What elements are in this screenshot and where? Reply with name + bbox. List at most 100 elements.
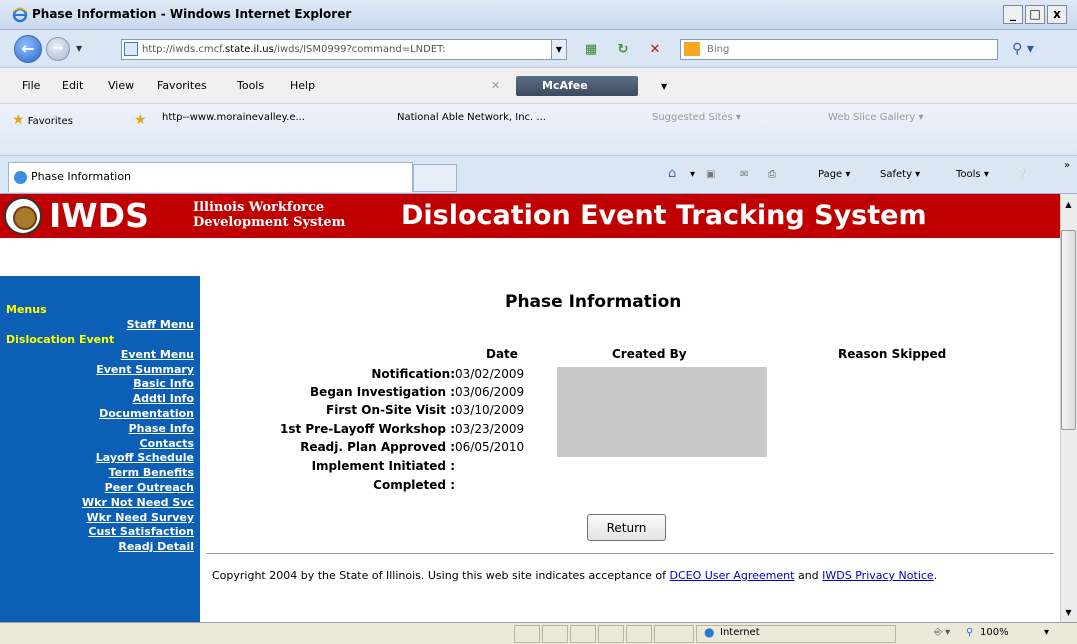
favorite-link-national-able[interactable]: National Able Network, Inc. ... [397,112,546,123]
sidebar: Menus Staff Menu Dislocation Event Event… [0,276,200,622]
mcafee-dropdown-icon[interactable]: ▼ [661,82,667,91]
state-seal-icon [4,197,42,235]
close-toolbar-icon[interactable]: ✕ [491,79,500,92]
web-slice-gallery-button[interactable]: Web Slice Gallery ▾ [828,112,924,123]
footer-divider [206,553,1054,554]
sidebar-item-term-benefits[interactable]: Term Benefits [109,467,194,479]
print-icon[interactable]: ⎙ [768,169,776,180]
sidebar-item-basic-info[interactable]: Basic Info [133,378,194,390]
globe-icon: ● [704,625,715,639]
stop-icon[interactable]: ✕ [646,41,664,59]
close-button[interactable]: x [1047,5,1067,24]
star-icon: ★ [12,112,25,128]
security-zone: Internet [720,627,760,638]
new-tab-button[interactable] [413,164,457,192]
help-icon[interactable]: ❔ [1016,169,1028,180]
sidebar-item-wkr-not-need-svc[interactable]: Wkr Not Need Svc [82,497,194,509]
status-cell [514,625,540,643]
page-menu[interactable]: Page ▾ [818,169,850,180]
privacy-notice-link[interactable]: IWDS Privacy Notice [822,569,934,582]
compatibility-view-icon[interactable]: ▦ [582,41,600,59]
add-favorite-icon[interactable]: ★ [134,112,147,128]
sidebar-item-wkr-need-survey[interactable]: Wkr Need Survey [86,512,194,524]
favorites-button[interactable]: ★ Favorites [12,112,73,128]
phase-label-pre-layoff-workshop: 1st Pre-Layoff Workshop : [279,422,455,436]
user-agreement-link[interactable]: DCEO User Agreement [670,569,795,582]
url-host: state.il.us [225,44,274,55]
chevron-more-icon[interactable]: » [1064,160,1070,171]
search-input[interactable]: Bing [680,39,998,60]
system-title: Dislocation Event Tracking System [401,200,927,231]
bing-icon [684,42,700,56]
ie-logo-icon [12,7,28,23]
phase-label-notification: Notification: [371,367,455,381]
sidebar-item-event-menu[interactable]: Event Menu [121,349,194,361]
copyright-text: Copyright 2004 by the State of Illinois.… [212,569,670,582]
phase-label-implement-initiated: Implement Initiated : [311,459,455,473]
status-cell [626,625,652,643]
status-bar: ● Internet ⎆ ▾ ⚲ 100% ▾ [0,622,1077,644]
scroll-up-icon[interactable]: ▲ [1062,198,1075,211]
address-input[interactable]: http://iwds.cmcf.state.il.us/iwds/ISM099… [121,39,553,60]
status-cell [598,625,624,643]
sidebar-item-phase-info[interactable]: Phase Info [129,423,194,435]
tab-label: Phase Information [31,170,132,183]
ie-page-icon [14,171,27,184]
menu-favorites[interactable]: Favorites [157,79,207,92]
suggested-sites-button[interactable]: Suggested Sites ▾ [652,112,741,123]
column-header-reason-skipped: Reason Skipped [838,347,947,361]
org-name: Illinois Workforce Development System [193,200,345,230]
protected-mode-icon[interactable]: ⎆ ▾ [934,627,950,638]
scrollbar-thumb[interactable] [1061,230,1076,430]
menu-view[interactable]: View [108,79,134,92]
search-button[interactable]: ⚲ ▾ [1004,39,1042,60]
address-dropdown-icon[interactable]: ▼ [551,39,567,60]
phase-date-first-onsite-visit: 03/10/2009 [455,403,525,417]
menu-help[interactable]: Help [290,79,315,92]
forward-button[interactable]: → [46,37,70,61]
status-cell [654,625,694,643]
zoom-dropdown-icon[interactable]: ▾ [1044,627,1049,638]
favorite-link-moraine[interactable]: http--www.morainevalley.e... [162,112,305,123]
home-icon[interactable]: ⌂ [668,166,676,181]
minimize-button[interactable]: _ [1003,5,1023,24]
feeds-icon[interactable]: ▣ [706,169,715,180]
menu-tools[interactable]: Tools [237,79,264,92]
url-suffix: /iwds/ISM0999?command=LNDET: [273,44,446,55]
back-button[interactable]: ← [14,35,42,63]
favorites-label: Favorites [27,116,73,127]
window-title: Phase Information - Windows Internet Exp… [32,7,352,21]
mail-icon[interactable]: ✉ [740,169,748,180]
tab-phase-information[interactable]: Phase Information [8,162,413,192]
sidebar-item-contacts[interactable]: Contacts [140,438,194,450]
history-dropdown-icon[interactable]: ▼ [76,44,82,53]
return-button[interactable]: Return [587,514,666,541]
maximize-button[interactable]: □ [1025,5,1045,24]
tools-menu[interactable]: Tools ▾ [956,169,989,180]
mcafee-button[interactable]: McAfee [516,76,638,96]
sidebar-item-readj-detail[interactable]: Readj Detail [118,541,194,553]
sidebar-item-staff-menu[interactable]: Staff Menu [127,319,194,331]
menu-edit[interactable]: Edit [62,79,83,92]
home-dropdown-icon[interactable]: ▾ [690,169,695,180]
scroll-down-icon[interactable]: ▼ [1062,606,1075,619]
sidebar-heading-dislocation-event: Dislocation Event [6,333,115,346]
sidebar-item-addtl-info[interactable]: Addtl Info [133,393,194,405]
status-cell [570,625,596,643]
phase-label-readj-plan-approved: Readj. Plan Approved : [300,440,455,454]
safety-menu[interactable]: Safety ▾ [880,169,920,180]
sidebar-item-layoff-schedule[interactable]: Layoff Schedule [96,452,194,464]
zoom-icon[interactable]: ⚲ [966,627,973,638]
zoom-level[interactable]: 100% [980,627,1009,638]
title-bar: Phase Information - Windows Internet Exp… [0,0,1077,30]
logo-text: IWDS [49,196,149,235]
sidebar-item-peer-outreach[interactable]: Peer Outreach [105,482,194,494]
refresh-icon[interactable]: ↻ [614,41,632,59]
menu-file[interactable]: File [22,79,40,92]
column-header-date: Date [486,347,518,361]
copyright-and: and [794,569,823,582]
sidebar-item-documentation[interactable]: Documentation [99,408,194,420]
sidebar-item-event-summary[interactable]: Event Summary [96,364,194,376]
redacted-created-by [557,367,767,457]
sidebar-item-cust-satisfaction[interactable]: Cust Satisfaction [88,526,194,538]
